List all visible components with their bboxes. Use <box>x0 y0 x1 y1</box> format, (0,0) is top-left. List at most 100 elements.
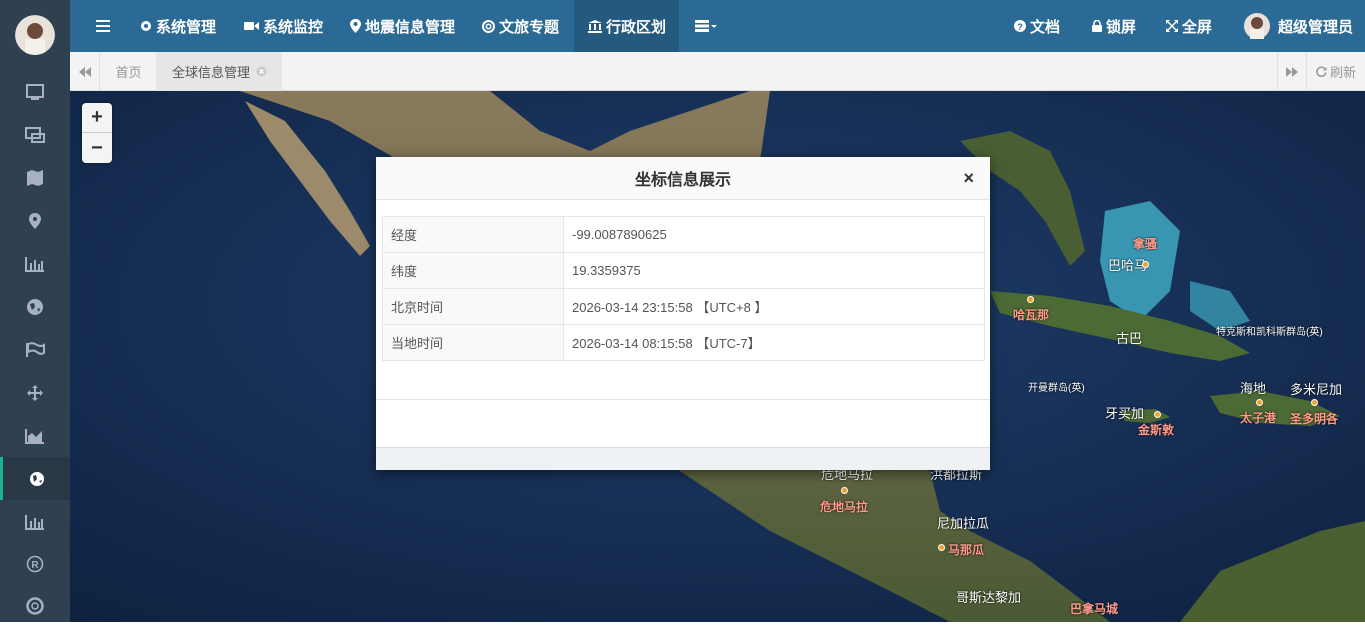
map-marker-icon <box>29 212 41 229</box>
city-dot <box>1154 411 1161 418</box>
tab-label: 首页 <box>115 65 142 80</box>
question-circle-icon: ? <box>1014 20 1026 32</box>
gear-icon <box>141 21 151 31</box>
globe-icon <box>29 471 44 486</box>
map-label-nicaragua: 尼加拉瓜 <box>937 516 990 531</box>
row-key: 当地时间 <box>382 324 564 361</box>
map-label-panama-city: 巴拿马城 <box>1070 602 1119 616</box>
row-key: 纬度 <box>382 252 564 289</box>
nav-system-monitor[interactable]: 系统监控 <box>244 0 323 52</box>
zoom-in-button[interactable]: + <box>82 103 112 133</box>
bar-chart-icon <box>25 514 44 530</box>
sidebar-item-location[interactable] <box>0 199 70 242</box>
nav-label: 地震信息管理 <box>365 18 456 36</box>
row-value: 2026-03-14 23:15:58 【UTC+8 】 <box>563 288 985 325</box>
map-label-guatemala-city: 危地马拉 <box>820 500 869 514</box>
nav-label: 超级管理员 <box>1278 18 1354 36</box>
city-dot <box>1311 399 1318 406</box>
backward-icon <box>78 66 91 77</box>
close-circle-icon[interactable] <box>256 66 267 77</box>
move-icon <box>27 384 43 401</box>
life-ring-icon <box>26 596 44 615</box>
list-dropdown-icon <box>695 20 717 32</box>
sidebar-item-monitor[interactable] <box>0 113 70 156</box>
flag-icon <box>26 341 45 357</box>
map-label-cayman: 开曼群岛(英) <box>1028 383 1085 394</box>
table-row: 北京时间 2026-03-14 23:15:58 【UTC+8 】 <box>382 288 985 325</box>
bank-icon <box>588 19 602 33</box>
menu-toggle-button[interactable] <box>96 0 110 52</box>
user-avatar <box>1244 13 1270 39</box>
sidebar-item-stats[interactable] <box>0 242 70 285</box>
nav-label: 系统管理 <box>156 18 217 36</box>
map-zoom-control: + − <box>82 103 112 163</box>
sidebar-item-screen[interactable] <box>0 70 70 113</box>
sidebar-item-area-chart[interactable] <box>0 414 70 457</box>
top-navbar: 系统管理 系统监控 地震信息管理 文旅专题 行政区划 ? 文档 锁屏 全屏 超级… <box>70 0 1365 52</box>
city-dot <box>1142 261 1149 268</box>
nav-earthquake-info[interactable]: 地震信息管理 <box>350 0 455 52</box>
coordinate-info-table: 经度 -99.0087890625 纬度 19.3359375 北京时间 202… <box>382 216 985 361</box>
row-key: 经度 <box>382 216 564 253</box>
page-tabs-bar: 首页 全球信息管理 刷新 <box>70 52 1365 91</box>
nav-fullscreen[interactable]: 全屏 <box>1166 0 1212 52</box>
nav-user-menu[interactable]: 超级管理员 <box>1244 0 1353 52</box>
map-label-port-au-prince: 太子港 <box>1240 411 1277 425</box>
nav-label: 锁屏 <box>1106 18 1137 36</box>
sidebar-item-stats-2[interactable] <box>0 500 70 543</box>
tabs-refresh-button[interactable]: 刷新 <box>1307 52 1365 91</box>
nav-system-manage[interactable]: 系统管理 <box>140 0 216 52</box>
tab-home[interactable]: 首页 <box>101 52 156 91</box>
tab-global-info[interactable]: 全球信息管理 <box>156 52 282 91</box>
tabs-scroll-left-button[interactable] <box>70 52 100 91</box>
registered-icon: R <box>26 555 44 572</box>
nav-admin-division[interactable]: 行政区划 <box>574 0 679 52</box>
sidebar-item-flag[interactable] <box>0 328 70 371</box>
lock-icon <box>1092 20 1102 32</box>
row-value: 2026-03-14 08:15:58 【UTC-7】 <box>563 324 985 361</box>
map-label-costa-rica: 哥斯达黎加 <box>956 590 1022 605</box>
dialog-bottom-bar <box>376 447 990 470</box>
svg-text:?: ? <box>1017 22 1023 32</box>
bar-chart-icon <box>25 256 44 272</box>
nav-label: 文旅专题 <box>499 18 560 36</box>
row-value: -99.0087890625 <box>563 216 985 253</box>
sidebar-item-registered[interactable]: R <box>0 542 70 585</box>
nav-culture-tourism[interactable]: 文旅专题 <box>482 0 559 52</box>
refresh-icon <box>1316 66 1327 77</box>
map-label-kingston: 金斯敦 <box>1138 423 1175 437</box>
dialog-header: 坐标信息展示 × <box>376 157 990 200</box>
sidebar: R <box>0 0 70 622</box>
city-dot <box>841 487 848 494</box>
refresh-label: 刷新 <box>1329 65 1356 80</box>
sidebar-item-move[interactable] <box>0 371 70 414</box>
map-label-havana: 哈瓦那 <box>1013 308 1050 322</box>
forward-icon <box>1286 66 1298 77</box>
map-marker-icon <box>350 19 361 33</box>
sidebar-item-support[interactable] <box>0 584 70 627</box>
nav-lock-screen[interactable]: 锁屏 <box>1092 0 1136 52</box>
screen-icon <box>26 83 44 100</box>
nav-more-dropdown[interactable] <box>695 0 717 52</box>
table-row: 纬度 19.3359375 <box>382 252 985 289</box>
map-label-haiti: 海地 <box>1240 381 1267 396</box>
svg-text:R: R <box>31 560 39 571</box>
monitor-icon <box>25 126 45 143</box>
nav-docs[interactable]: ? 文档 <box>1014 0 1060 52</box>
dialog-close-button[interactable]: × <box>963 168 974 189</box>
city-dot <box>1256 399 1263 406</box>
city-dot <box>938 544 945 551</box>
map-label-nassau: 拿骚 <box>1133 237 1158 251</box>
city-dot <box>1027 296 1034 303</box>
tabs-scroll-right-button[interactable] <box>1277 52 1307 91</box>
globe-icon <box>27 298 43 315</box>
sidebar-item-global-info[interactable] <box>0 457 70 500</box>
table-row: 当地时间 2026-03-14 08:15:58 【UTC-7】 <box>382 324 985 361</box>
zoom-out-button[interactable]: − <box>82 133 112 163</box>
sidebar-item-map[interactable] <box>0 156 70 199</box>
map-label-turks-caicos: 特克斯和凯科斯群岛(英) <box>1216 327 1323 338</box>
expand-icon <box>1166 20 1178 32</box>
sidebar-avatar[interactable] <box>15 15 55 55</box>
dialog-footer-divider <box>376 399 990 400</box>
sidebar-item-globe[interactable] <box>0 285 70 328</box>
